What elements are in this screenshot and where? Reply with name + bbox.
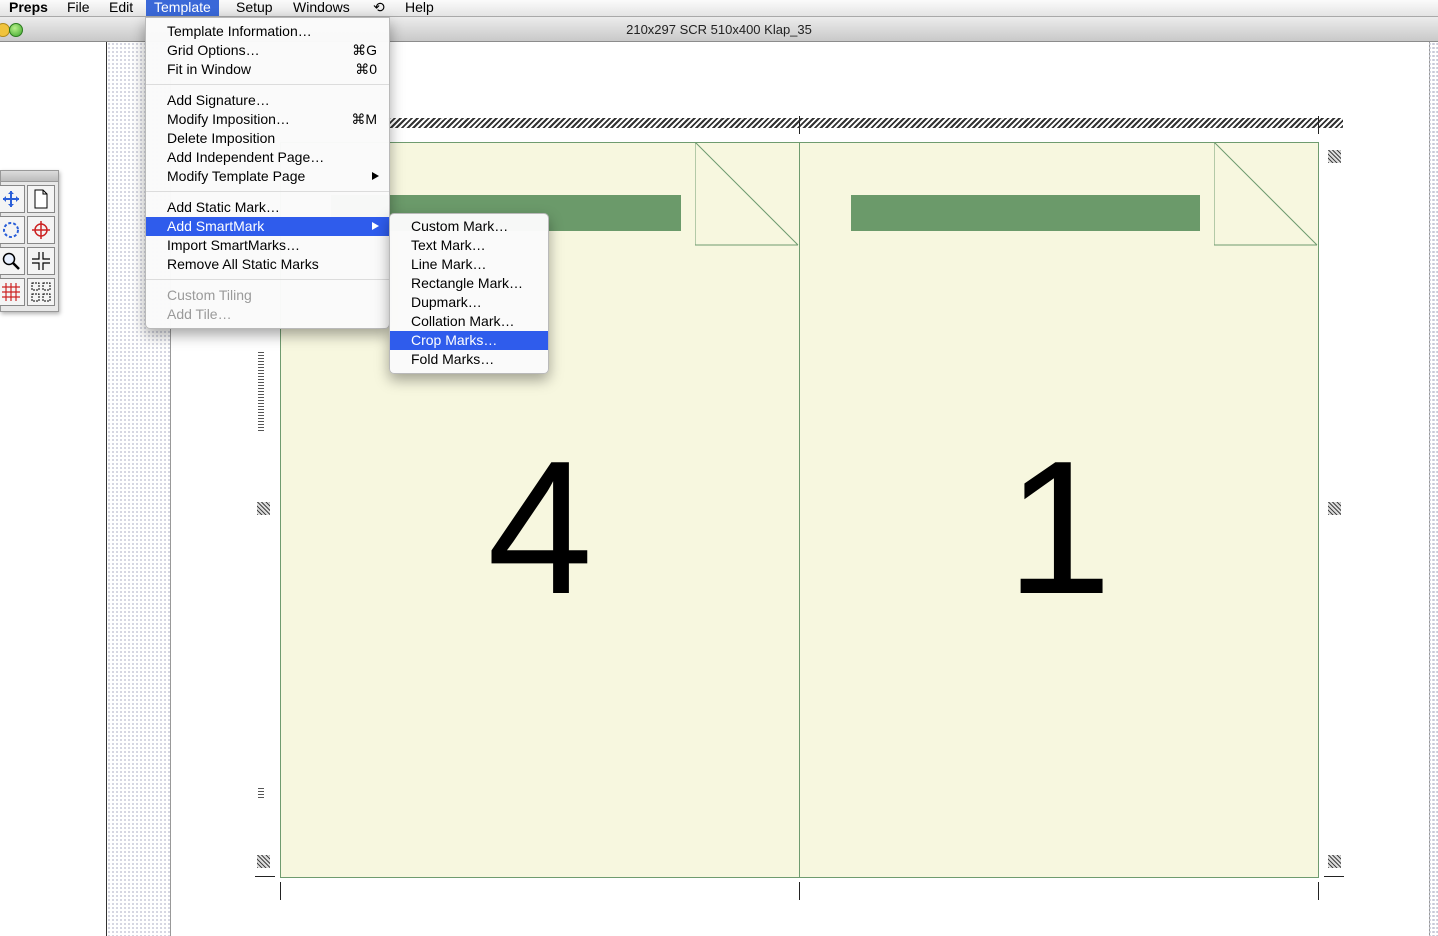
corner-marks-icon[interactable]	[27, 247, 55, 275]
grid-icon[interactable]	[0, 278, 25, 306]
move-icon[interactable]	[0, 185, 25, 213]
zoom-icon[interactable]	[0, 247, 25, 275]
submenu-item-fold-marks[interactable]: Fold Marks…	[390, 350, 548, 369]
menu-setup[interactable]: Setup	[228, 0, 281, 16]
menu-item-add-signature[interactable]: Add Signature…	[146, 91, 389, 110]
tool-palette	[0, 170, 59, 312]
menu-item-modify-template-page[interactable]: Modify Template Page	[146, 167, 389, 186]
menu-item-grid-options[interactable]: Grid Options… ⌘G	[146, 41, 389, 60]
cells-icon[interactable]	[27, 278, 55, 306]
page-header-bar	[851, 195, 1200, 231]
menu-item-remove-all-static-marks[interactable]: Remove All Static Marks	[146, 255, 389, 274]
crop-mark-bottom-right-v	[1318, 882, 1319, 900]
crop-mark-bottom-right-h	[1324, 876, 1344, 877]
menu-item-custom-tiling: Custom Tiling	[167, 287, 252, 303]
menu-item-template-information[interactable]: Template Information…	[146, 22, 389, 41]
menu-help[interactable]: Help	[397, 0, 442, 16]
center-fold-mark-top	[799, 116, 800, 134]
submenu-item-text-mark[interactable]: Text Mark…	[390, 236, 548, 255]
page-icon[interactable]	[27, 185, 55, 213]
crop-mark-top-right	[1318, 116, 1319, 134]
template-menu: Template Information… Grid Options… ⌘G Fi…	[145, 17, 390, 329]
shortcut-label: ⌘G	[352, 42, 377, 58]
menu-edit[interactable]: Edit	[101, 0, 141, 16]
submenu-arrow-icon	[372, 222, 379, 230]
fold-mark-bottom	[799, 882, 800, 900]
submenu-item-dupmark[interactable]: Dupmark…	[390, 293, 548, 312]
menu-bar: Preps File Edit Template Setup Windows ⟲…	[0, 0, 1438, 17]
shortcut-label: ⌘M	[351, 111, 377, 127]
registration-mark-right	[1328, 502, 1341, 515]
menu-item-add-tile: Add Tile…	[167, 306, 232, 322]
menu-item-add-smartmark[interactable]: Add SmartMark	[146, 217, 389, 236]
menu-separator	[146, 191, 389, 192]
menu-item-add-independent-page[interactable]: Add Independent Page…	[146, 148, 389, 167]
menu-windows[interactable]: Windows	[285, 0, 358, 16]
registration-mark-bottom-left	[257, 855, 270, 868]
canvas-edge	[1428, 42, 1438, 936]
crosshair-icon[interactable]	[27, 216, 55, 244]
menu-item-add-static-mark[interactable]: Add Static Mark…	[146, 198, 389, 217]
submenu-item-rectangle-mark[interactable]: Rectangle Mark…	[390, 274, 548, 293]
palette-grip[interactable]	[1, 171, 58, 182]
crop-mark-bottom-left-h	[255, 876, 275, 877]
registration-mark-left	[257, 502, 270, 515]
registration-mark-top-right	[1328, 150, 1341, 163]
menu-item-modify-imposition[interactable]: Modify Imposition… ⌘M	[146, 110, 389, 129]
page-fold-corner-icon	[1214, 142, 1318, 246]
page-right[interactable]: 1	[799, 142, 1319, 878]
submenu-arrow-icon	[372, 172, 379, 180]
submenu-item-collation-mark[interactable]: Collation Mark…	[390, 312, 548, 331]
registration-mark-bottom-right	[1328, 855, 1341, 868]
slug-text-mark	[258, 352, 264, 432]
menu-script-icon[interactable]: ⟲	[365, 0, 393, 16]
submenu-item-custom-mark[interactable]: Custom Mark…	[390, 217, 548, 236]
menu-app-preps[interactable]: Preps	[1, 0, 56, 16]
menu-separator	[146, 84, 389, 85]
page-number: 4	[487, 422, 593, 634]
menu-item-import-smartmarks[interactable]: Import SmartMarks…	[146, 236, 389, 255]
top-mark-strip	[388, 118, 1343, 128]
shortcut-label: ⌘0	[355, 61, 377, 77]
page-fold-corner-icon	[695, 142, 799, 246]
lasso-icon[interactable]	[0, 216, 25, 244]
crop-mark-bottom-left-v	[280, 882, 281, 900]
menu-separator	[146, 279, 389, 280]
menu-template[interactable]: Template	[146, 0, 219, 16]
submenu-item-line-mark[interactable]: Line Mark…	[390, 255, 548, 274]
menu-file[interactable]: File	[59, 0, 98, 16]
menu-item-delete-imposition[interactable]: Delete Imposition	[146, 129, 389, 148]
menu-item-fit-in-window[interactable]: Fit in Window ⌘0	[146, 60, 389, 79]
smartmark-submenu: Custom Mark… Text Mark… Line Mark… Recta…	[389, 213, 549, 374]
slug-text-mark-small	[258, 788, 264, 800]
page-number: 1	[1006, 422, 1112, 634]
submenu-item-crop-marks[interactable]: Crop Marks…	[390, 331, 548, 350]
